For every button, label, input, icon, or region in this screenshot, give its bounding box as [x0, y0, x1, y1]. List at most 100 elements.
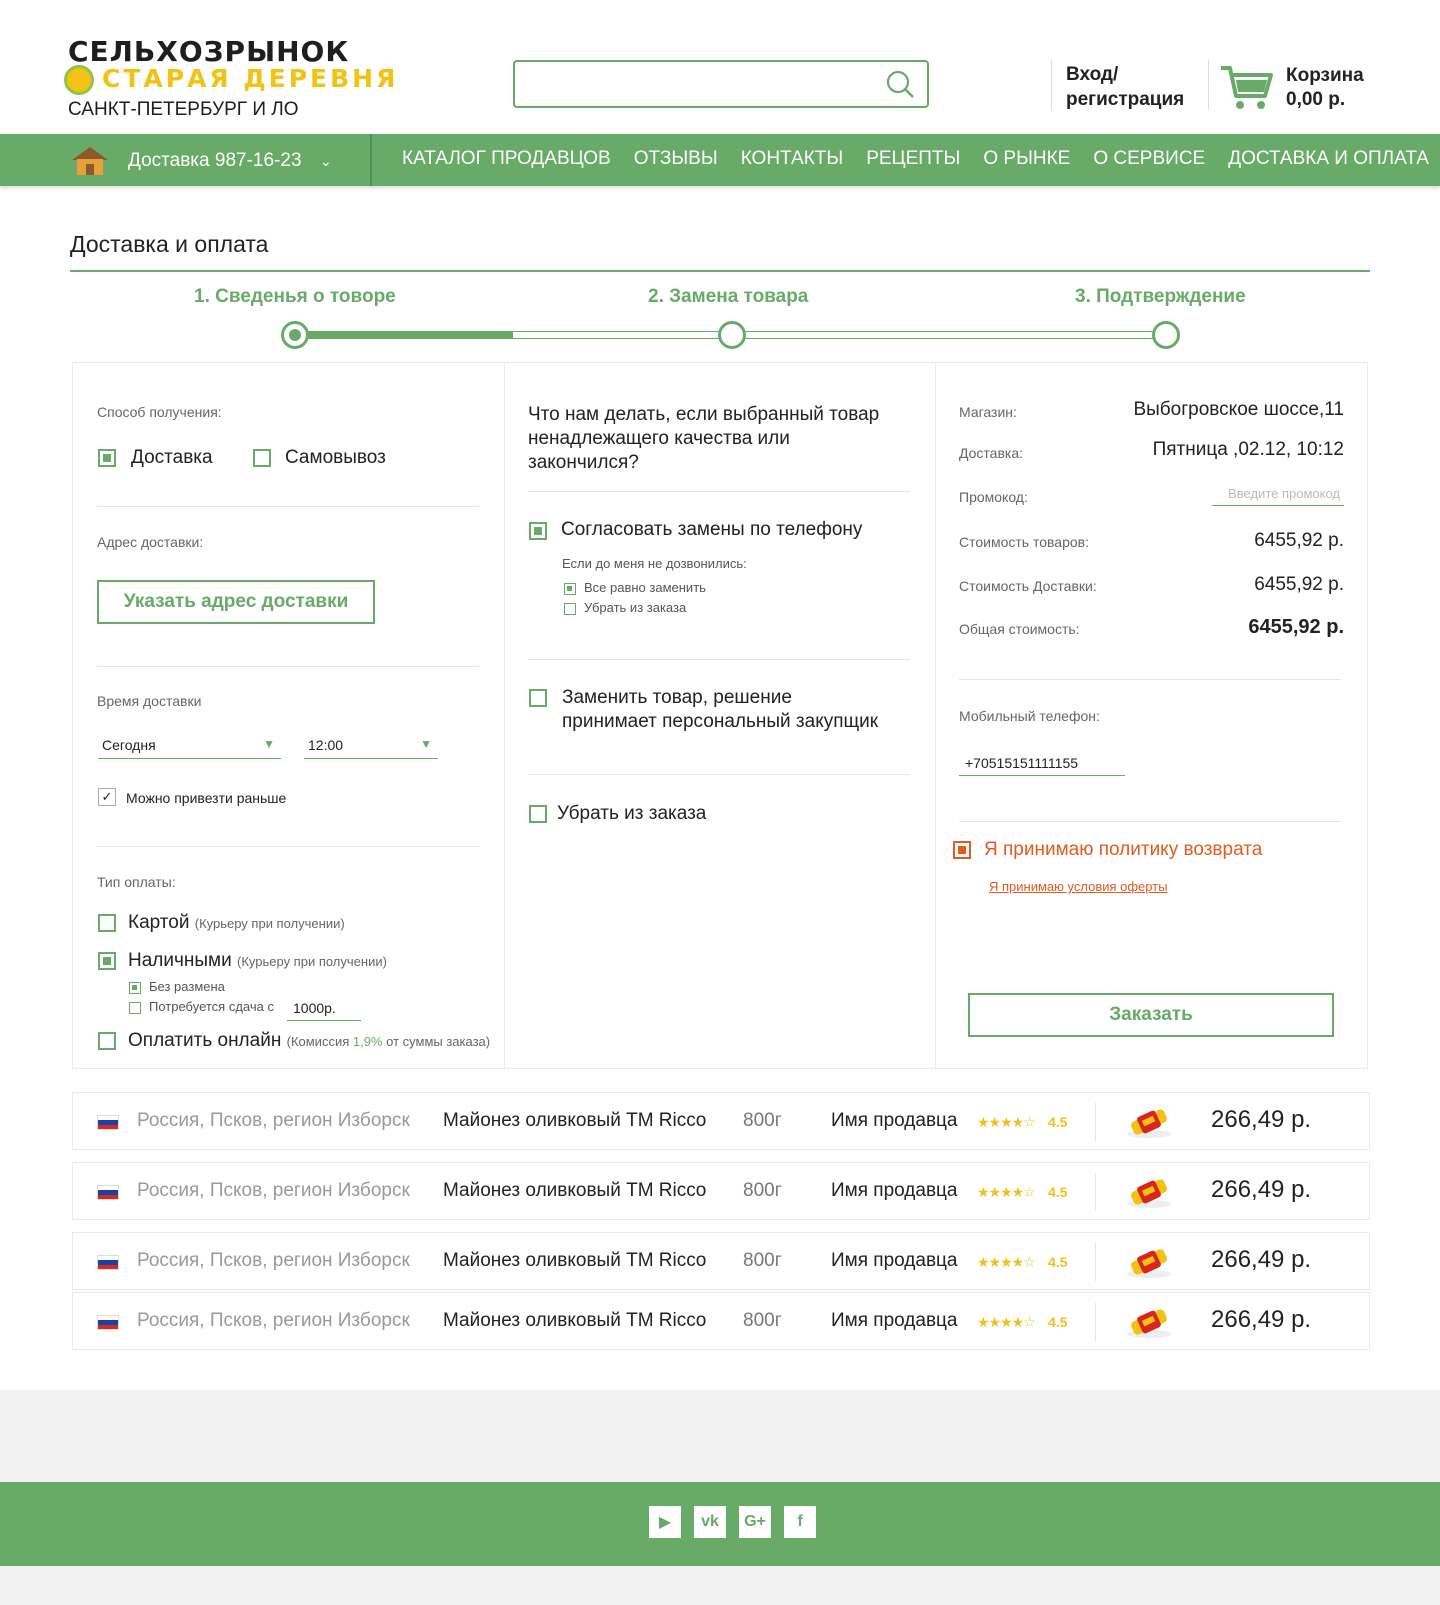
- set-address-button[interactable]: Указать адрес доставки: [97, 580, 375, 624]
- cart-icon[interactable]: [1219, 62, 1275, 112]
- remove-fallback-label: Убрать из заказа: [584, 600, 687, 615]
- product-seller[interactable]: Имя продавца: [831, 1310, 958, 1332]
- pay-card-checkbox[interactable]: [98, 914, 116, 932]
- product-origin: Россия, Псков, регион Изборск: [137, 1310, 410, 1331]
- product-row[interactable]: Россия, Псков, регион Изборск Майонез ол…: [72, 1092, 1370, 1150]
- delivery-phone-selector[interactable]: Доставка 987-16-23: [128, 150, 302, 172]
- search-icon[interactable]: [885, 69, 915, 99]
- delivery-checkbox[interactable]: [98, 449, 116, 467]
- youtube-icon[interactable]: ▶: [649, 1506, 681, 1538]
- nav-item-contacts[interactable]: КОНТАКТЫ: [741, 148, 844, 170]
- pay-online-label: Оплатить онлайн: [128, 1030, 282, 1051]
- facebook-icon[interactable]: f: [784, 1506, 816, 1538]
- logo-subtitle[interactable]: СТАРАЯ ДЕРЕВНЯ: [102, 64, 398, 93]
- product-price: 266,49 р.: [1211, 1106, 1312, 1133]
- replace-anyway-checkbox[interactable]: [564, 583, 576, 595]
- earlier-checkbox[interactable]: ✓: [98, 788, 116, 806]
- vk-icon[interactable]: vk: [694, 1506, 726, 1538]
- product-weight: 800г: [743, 1180, 782, 1201]
- nav-item-about-market[interactable]: О РЫНКЕ: [983, 148, 1070, 170]
- need-change-label: Потребуется сдача с: [149, 999, 274, 1014]
- product-image[interactable]: [1123, 1105, 1175, 1139]
- pay-online-option: Оплатить онлайн (Комиссия 1,9% от суммы …: [128, 1030, 490, 1052]
- nav-item-about-service[interactable]: О СЕРВИСЕ: [1093, 148, 1205, 170]
- product-weight: 800г: [743, 1110, 782, 1131]
- online-fee-percent: 1,9%: [352, 1034, 383, 1049]
- no-change-checkbox[interactable]: [129, 982, 141, 994]
- product-name[interactable]: Майонез оливковый ТМ Ricco: [443, 1110, 706, 1132]
- cart-amount: 0,00 р.: [1286, 89, 1346, 110]
- offer-terms-link[interactable]: Я принимаю условия оферты: [989, 879, 1168, 894]
- change-amount-input[interactable]: 1000р.: [287, 996, 361, 1021]
- cart-summary[interactable]: Корзина 0,00 р.: [1286, 64, 1364, 112]
- search-input[interactable]: [513, 60, 929, 108]
- payment-type-label: Тип оплаты:: [97, 874, 176, 890]
- step-label-1[interactable]: 1. Сведенья о товоре: [194, 286, 396, 308]
- product-image[interactable]: [1123, 1305, 1175, 1339]
- product-row[interactable]: Россия, Псков, регион Изборск Майонез ол…: [72, 1232, 1370, 1290]
- login-link[interactable]: Вход/ регистрация: [1066, 62, 1184, 112]
- nav-item-delivery-payment[interactable]: ДОСТАВКА И ОПЛАТА: [1228, 148, 1429, 170]
- delivery-cost-value: 6455,92 р.: [1254, 574, 1344, 595]
- pickup-checkbox[interactable]: [253, 449, 271, 467]
- replace-anyway-label: Все равно заменить: [584, 580, 706, 595]
- header-divider: [1051, 60, 1052, 110]
- pay-online-checkbox[interactable]: [98, 1032, 116, 1050]
- no-answer-label: Если до меня не дозвонились:: [562, 556, 747, 571]
- nav-divider: [370, 134, 372, 186]
- agree-by-phone-checkbox[interactable]: [529, 522, 547, 540]
- chevron-down-icon: ▼: [420, 737, 432, 751]
- nav-item-catalog[interactable]: КАТАЛОГ ПРОДАВЦОВ: [402, 148, 611, 170]
- chevron-down-icon[interactable]: ⌄: [320, 153, 332, 170]
- earlier-label: Можно привезти раньше: [126, 790, 287, 806]
- step-dot-3[interactable]: [1152, 321, 1180, 349]
- remove-item-checkbox[interactable]: [529, 805, 547, 823]
- product-name[interactable]: Майонез оливковый ТМ Ricco: [443, 1310, 706, 1332]
- google-plus-icon[interactable]: G+: [739, 1506, 771, 1538]
- pay-cash-checkbox[interactable]: [98, 952, 116, 970]
- nav-menu: КАТАЛОГ ПРОДАВЦОВ ОТЗЫВЫ КОНТАКТЫ РЕЦЕПТ…: [402, 148, 1429, 170]
- time-select[interactable]: 12:00 ▼: [304, 731, 438, 759]
- step-label-2[interactable]: 2. Замена товара: [648, 286, 808, 308]
- phone-input[interactable]: +70515151111155: [959, 751, 1125, 776]
- nav-item-recipes[interactable]: РЕЦЕПТЫ: [866, 148, 960, 170]
- column-divider: [935, 362, 936, 1069]
- product-name[interactable]: Майонез оливковый ТМ Ricco: [443, 1180, 706, 1202]
- promo-input[interactable]: Введите промокод: [1212, 486, 1344, 506]
- delivery-cost-label: Стоимость Доставки:: [959, 578, 1097, 594]
- order-button[interactable]: Заказать: [968, 993, 1334, 1037]
- product-row[interactable]: Россия, Псков, регион Изборск Майонез ол…: [72, 1292, 1370, 1350]
- remove-item-label: Убрать из заказа: [557, 803, 707, 824]
- product-name[interactable]: Майонез оливковый ТМ Ricco: [443, 1250, 706, 1272]
- online-fee-suffix: от суммы заказа): [386, 1034, 491, 1049]
- section-divider: [528, 491, 910, 492]
- section-divider: [97, 666, 479, 667]
- product-seller[interactable]: Имя продавца: [831, 1250, 958, 1272]
- return-policy-label: Я принимаю политику возврата: [984, 839, 1263, 860]
- online-fee-hint: (Комиссия 1,9% от суммы заказа): [287, 1034, 491, 1049]
- day-select[interactable]: Сегодня ▼: [98, 731, 281, 759]
- delivery-phone: 987-16-23: [214, 150, 302, 171]
- store-value: Выбогровское шоссе,11: [1133, 399, 1344, 420]
- pay-cash-hint: (Курьеру при получении): [237, 954, 387, 969]
- section-divider: [959, 821, 1341, 822]
- return-policy-checkbox[interactable]: [953, 841, 971, 859]
- replacement-question: Что нам делать, если выбранный товар нен…: [528, 404, 880, 473]
- product-seller[interactable]: Имя продавца: [831, 1180, 958, 1202]
- product-seller[interactable]: Имя продавца: [831, 1110, 958, 1132]
- product-row[interactable]: Россия, Псков, регион Изборск Майонез ол…: [72, 1162, 1370, 1220]
- register-label: регистрация: [1066, 89, 1185, 110]
- product-image[interactable]: [1123, 1245, 1175, 1279]
- step-dot-1[interactable]: [281, 321, 309, 349]
- home-icon: [72, 147, 108, 175]
- nav-item-reviews[interactable]: ОТЗЫВЫ: [634, 148, 718, 170]
- delivery-option-label: Доставка: [131, 447, 213, 468]
- need-change-checkbox[interactable]: [129, 1002, 141, 1014]
- buyer-decides-checkbox[interactable]: [529, 689, 547, 707]
- step-dot-2[interactable]: [718, 321, 746, 349]
- russia-flag-icon: [97, 1315, 119, 1330]
- product-image[interactable]: [1123, 1175, 1175, 1209]
- step-label-3[interactable]: 3. Подтверждение: [1075, 286, 1246, 308]
- remove-fallback-checkbox[interactable]: [564, 603, 576, 615]
- total-cost-label: Общая стоимость:: [959, 621, 1080, 637]
